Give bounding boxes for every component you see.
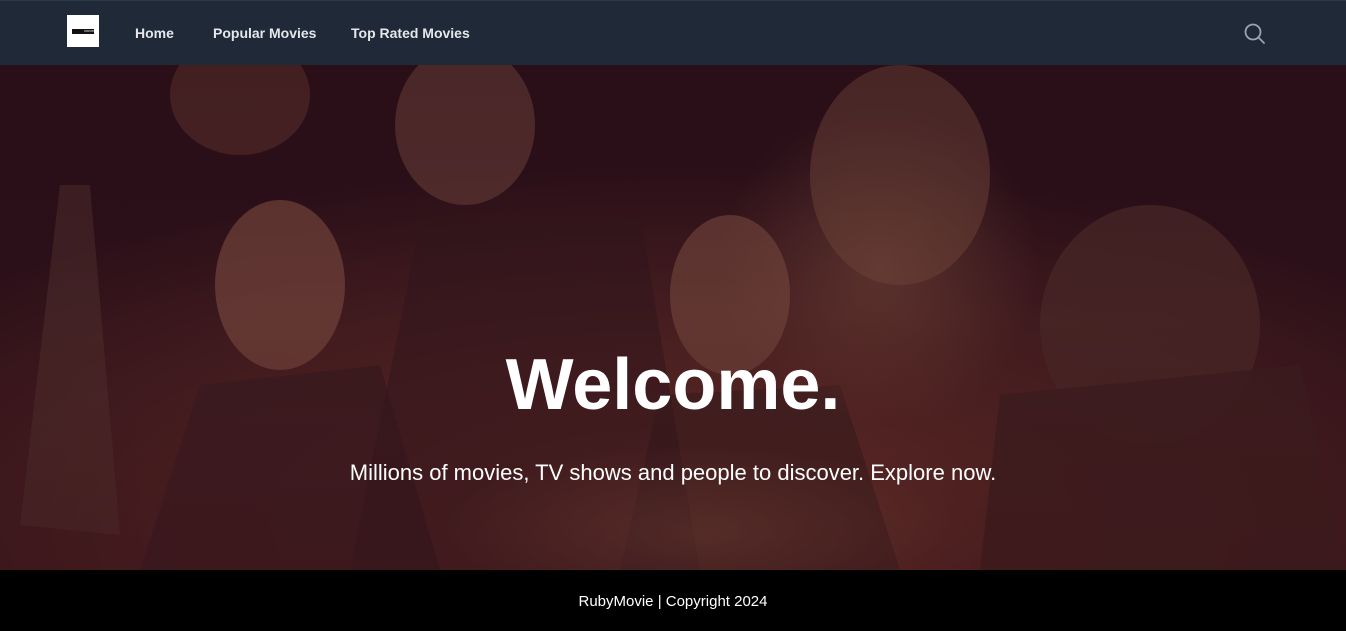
footer-copyright: RubyMovie | Copyright 2024	[578, 593, 768, 610]
hero-banner: Welcome. Millions of movies, TV shows an…	[0, 65, 1346, 570]
search-icon	[1244, 23, 1265, 44]
logo-wordmark: MOVIE	[72, 28, 94, 34]
nav-link-popular-movies[interactable]: Popular Movies	[213, 25, 316, 41]
nav-link-top-rated-movies[interactable]: Top Rated Movies	[351, 25, 470, 41]
page: MOVIE Home Popular Movies Top Rated Movi…	[0, 0, 1346, 631]
navbar: MOVIE Home Popular Movies Top Rated Movi…	[0, 0, 1346, 65]
hero-subtitle: Millions of movies, TV shows and people …	[349, 460, 997, 485]
site-logo[interactable]: MOVIE	[67, 15, 99, 47]
footer: RubyMovie | Copyright 2024	[0, 570, 1346, 631]
hero-title: Welcome.	[505, 345, 841, 425]
nav-link-home[interactable]: Home	[135, 25, 174, 41]
hero-overlay	[0, 65, 1346, 570]
search-button[interactable]	[1242, 21, 1268, 47]
